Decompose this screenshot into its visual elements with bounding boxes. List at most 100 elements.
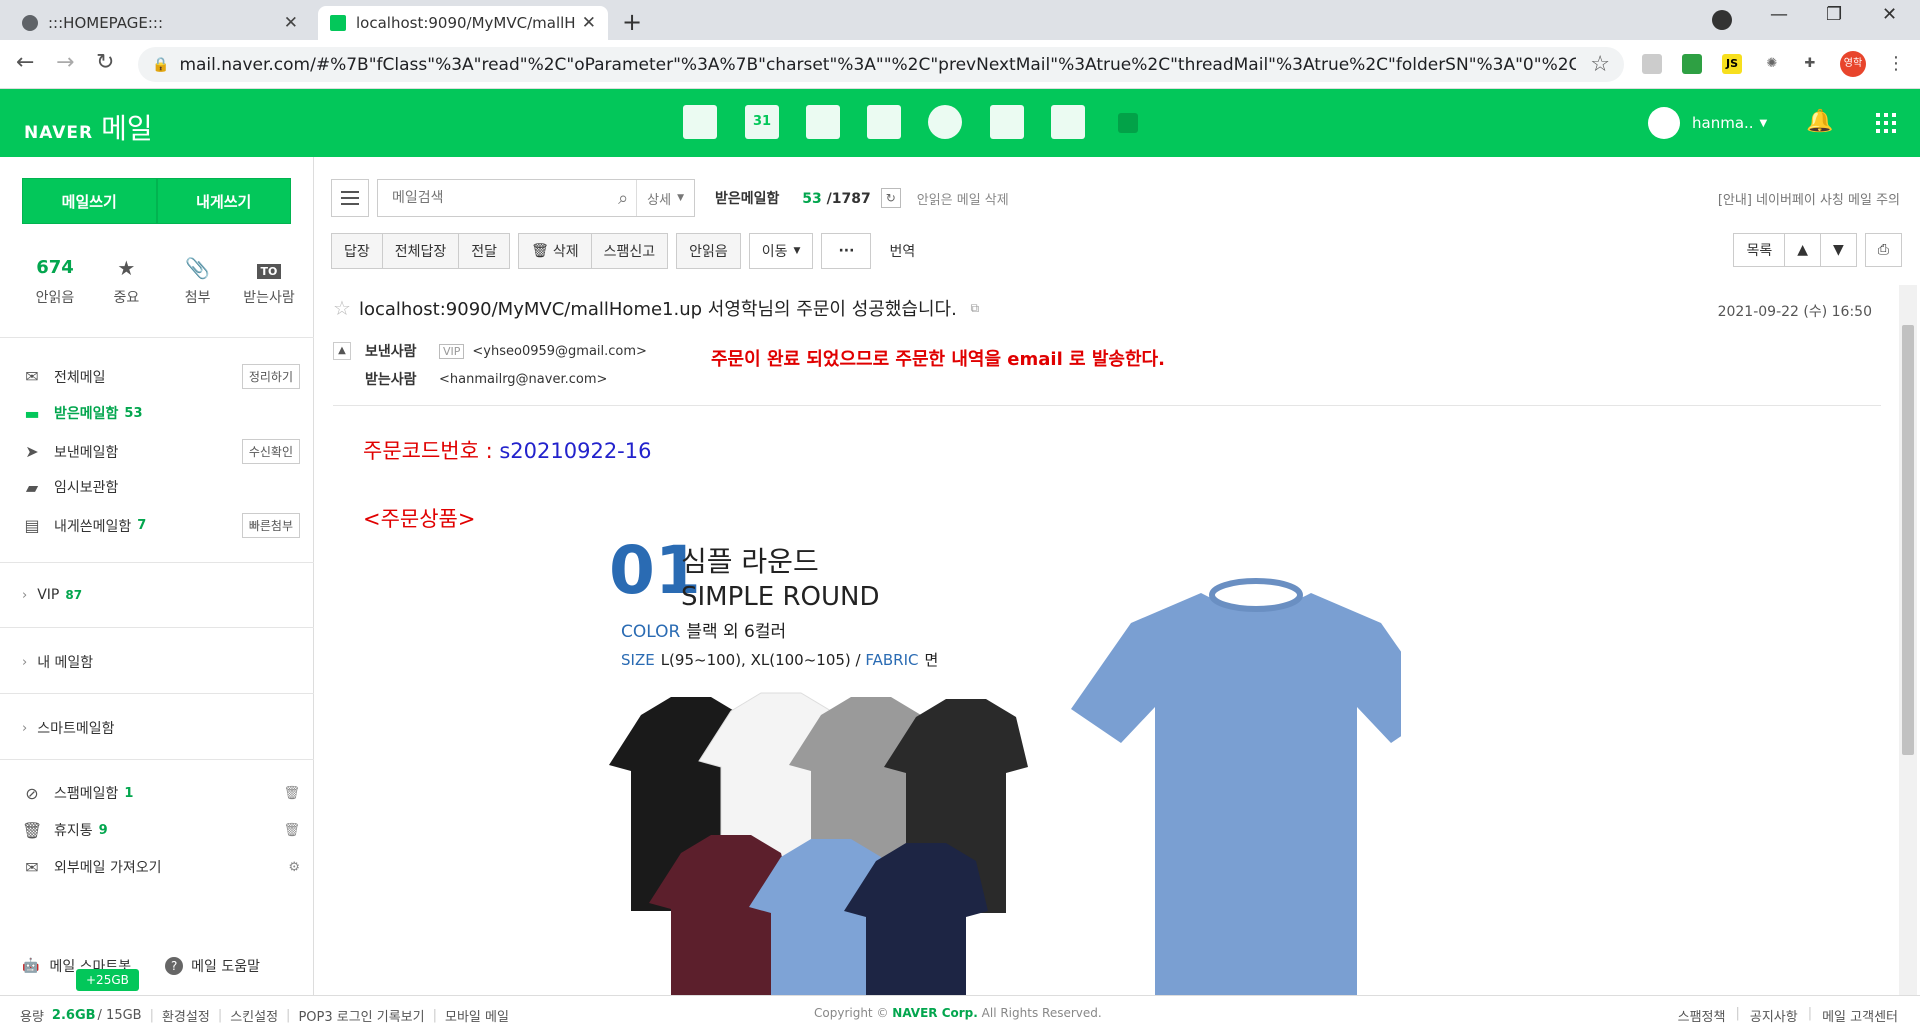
extensions-puzzle-icon[interactable]: ✚	[1800, 54, 1820, 74]
profile-dropdown-icon[interactable]	[1712, 10, 1732, 30]
bookmark-star-icon[interactable]: ☆	[1590, 52, 1610, 77]
naver-mail-logo[interactable]: NAVER 메일	[24, 107, 153, 147]
refresh-icon[interactable]: ↻	[880, 188, 901, 208]
unread-number[interactable]: 53	[802, 191, 821, 207]
url-text[interactable]: mail.naver.com/#%7B"fClass"%3A"read"%2C"…	[179, 55, 1576, 75]
new-tab-icon[interactable]: +	[622, 8, 642, 36]
move-dropdown[interactable]: 이동 ▼	[749, 234, 813, 268]
profile-avatar[interactable]: 영학	[1840, 51, 1866, 77]
quick-unread[interactable]: 674 안읽음	[22, 253, 88, 307]
spam-policy-link[interactable]: 스팸정책	[1678, 1006, 1726, 1025]
extension-search-icon[interactable]	[1642, 54, 1662, 74]
organize-button[interactable]: 정리하기	[241, 364, 300, 389]
folder-inbox[interactable]: ▬ 받은메일함 53	[22, 403, 300, 423]
back-icon[interactable]: ←	[16, 50, 34, 75]
pop3-log-link[interactable]: POP3 로그인 기록보기	[298, 1006, 424, 1025]
browser-tab-mail[interactable]: localhost:9090/MyMVC/mallHom ✕	[318, 6, 608, 40]
extension-screen-icon[interactable]	[1682, 54, 1702, 74]
more-apps-icon[interactable]	[1118, 113, 1138, 133]
more-button[interactable]: ···	[822, 234, 871, 268]
help-link[interactable]: 메일 도움말	[191, 956, 260, 976]
mark-unread-button[interactable]: 안읽음	[677, 234, 740, 268]
extension-bug-icon[interactable]: ✺	[1762, 54, 1782, 74]
calendar-app-icon[interactable]: 31	[745, 105, 779, 139]
group-my-mailbox[interactable]: › 내 메일함	[22, 652, 93, 672]
works-app-icon[interactable]	[1051, 105, 1085, 139]
read-receipt-button[interactable]: 수신확인	[241, 439, 300, 464]
quick-attachment[interactable]: 📎 첨부	[165, 253, 231, 307]
forward-icon[interactable]: →	[56, 50, 74, 75]
quick-to-me[interactable]: TO 받는사람	[236, 253, 302, 307]
hamburger-menu-icon[interactable]	[331, 179, 369, 217]
customer-center-link[interactable]: 메일 고객센터	[1822, 1006, 1898, 1025]
forward-button[interactable]: 전달	[459, 234, 510, 268]
group-smart-mailbox[interactable]: › 스마트메일함	[22, 718, 114, 738]
detail-search-dropdown[interactable]: 상세 ▼	[636, 180, 694, 216]
search-icon[interactable]: ⌕	[610, 188, 636, 209]
reply-button[interactable]: 답장	[332, 234, 383, 268]
print-icon[interactable]: ⎙	[1864, 233, 1902, 267]
to-address[interactable]: <hanmailrg@naver.com>	[439, 372, 607, 387]
user-menu[interactable]: hanma.. ▼	[1648, 107, 1767, 139]
color-label: COLOR	[621, 622, 680, 642]
close-tab-icon[interactable]: ✕	[284, 13, 298, 33]
office-app-icon[interactable]	[990, 105, 1024, 139]
memo-app-icon[interactable]	[806, 105, 840, 139]
extension-js-icon[interactable]: JS	[1722, 54, 1742, 74]
skin-settings-link[interactable]: 스킨설정	[230, 1006, 278, 1025]
folder-spam[interactable]: ⊘ 스팸메일함 1 🗑	[22, 783, 300, 803]
collapse-header-icon[interactable]: ▲	[333, 342, 351, 360]
prev-mail-icon[interactable]: ▲	[1784, 233, 1822, 267]
minimize-icon[interactable]: —	[1770, 4, 1788, 25]
open-new-window-icon[interactable]: ⧉	[965, 298, 985, 318]
report-spam-button[interactable]: 스팸신고	[591, 234, 668, 268]
usage-used[interactable]: 2.6GB	[52, 1008, 96, 1023]
close-window-icon[interactable]: ✕	[1882, 4, 1897, 25]
quick-attach-button[interactable]: 빠른첨부	[241, 513, 300, 538]
reload-icon[interactable]: ↻	[96, 50, 114, 75]
trash-icon[interactable]: 🗑	[283, 786, 300, 801]
reply-all-button[interactable]: 전체답장	[382, 234, 460, 268]
settings-link[interactable]: 환경설정	[162, 1006, 210, 1025]
folder-self[interactable]: ▤ 내게쓴메일함 7 빠른첨부	[22, 513, 300, 538]
divider	[0, 693, 314, 694]
folder-trash[interactable]: 🗑 휴지통 9 🗑	[22, 820, 300, 840]
restore-icon[interactable]: ❐	[1826, 4, 1842, 25]
omnibox[interactable]: 🔒 mail.naver.com/#%7B"fClass"%3A"read"%2…	[138, 47, 1624, 82]
folder-all-mail[interactable]: ✉ 전체메일 정리하기	[22, 364, 300, 389]
write-to-self-button[interactable]: 내게쓰기	[156, 178, 291, 224]
star-outline-icon[interactable]: ☆	[333, 296, 351, 320]
quick-important[interactable]: ★ 중요	[93, 253, 159, 307]
notice-link[interactable]: [안내] 네이버페이 사칭 메일 주의	[1718, 189, 1900, 208]
list-button[interactable]: 목록	[1733, 233, 1786, 267]
close-tab-icon[interactable]: ✕	[582, 13, 596, 33]
scrollbar[interactable]	[1899, 285, 1917, 995]
search-input[interactable]	[378, 180, 611, 216]
copyright-brand[interactable]: NAVER Corp.	[892, 1006, 978, 1020]
contacts-app-icon[interactable]	[867, 105, 901, 139]
write-mail-button[interactable]: 메일쓰기	[22, 178, 157, 224]
group-vip[interactable]: › VIP 87	[22, 587, 82, 603]
delete-button[interactable]: 🗑 삭제	[519, 234, 592, 268]
scrollbar-thumb[interactable]	[1902, 325, 1914, 755]
app-grid-icon[interactable]	[1876, 113, 1896, 133]
trash-icon[interactable]: 🗑	[283, 823, 300, 838]
translate-button[interactable]: 번역	[889, 241, 915, 261]
gear-icon[interactable]: ⚙	[288, 860, 300, 875]
browser-menu-icon[interactable]: ⋮	[1886, 54, 1906, 74]
mybox-app-icon[interactable]	[928, 105, 962, 139]
send-icon: ➤	[25, 442, 39, 461]
folder-label: 스팸메일함	[54, 786, 119, 802]
vip-badge[interactable]: VIP	[439, 343, 465, 359]
mail-app-icon[interactable]	[683, 105, 717, 139]
browser-tab-homepage[interactable]: :::HOMEPAGE::: ✕	[10, 6, 310, 40]
from-address[interactable]: <yhseo0959@gmail.com>	[472, 344, 647, 359]
folder-drafts[interactable]: ▰ 임시보관함	[22, 477, 300, 497]
folder-external[interactable]: ✉ 외부메일 가져오기 ⚙	[22, 857, 300, 877]
delete-unread-link[interactable]: 안읽은 메일 삭제	[917, 189, 1009, 208]
next-mail-icon[interactable]: ▼	[1820, 233, 1857, 267]
notice-board-link[interactable]: 공지사항	[1750, 1006, 1798, 1025]
bell-icon[interactable]: 🔔	[1806, 109, 1833, 134]
folder-sent[interactable]: ➤ 보낸메일함 수신확인	[22, 439, 300, 464]
mobile-mail-link[interactable]: 모바일 메일	[445, 1006, 509, 1025]
